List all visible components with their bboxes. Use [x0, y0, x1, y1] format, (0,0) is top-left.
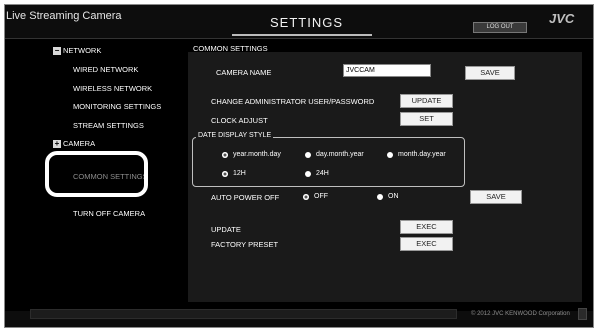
change-admin-label: CHANGE ADMINISTRATOR USER/PASSWORD [211, 97, 375, 106]
radio-24h[interactable]: 24H [305, 170, 329, 177]
radio-selected-icon [303, 193, 309, 200]
brand-logo: JVC [549, 11, 575, 26]
radio-month-day-year[interactable]: month.day.year [387, 151, 446, 158]
section-title: COMMON SETTINGS [193, 44, 268, 53]
radio-day-month-year[interactable]: day.month.year [305, 151, 364, 158]
clock-adjust-label: CLOCK ADJUST [211, 116, 268, 125]
scrollbar-corner [578, 308, 587, 320]
sidebar-section-network[interactable]: − NETWORK [53, 46, 101, 55]
radio-power-off-off-label: OFF [314, 193, 328, 200]
radio-power-off-on[interactable]: ON [377, 193, 399, 200]
status-bar [30, 309, 457, 319]
radio-power-off-off[interactable]: OFF [303, 193, 328, 200]
radio-selected-icon [222, 170, 228, 177]
minus-box-icon: − [53, 45, 61, 55]
app-title: Live Streaming Camera [6, 10, 122, 22]
sidebar-item-wireless-network[interactable]: WIRELESS NETWORK [73, 84, 152, 93]
date-display-style-group [192, 137, 465, 187]
factory-preset-label: FACTORY PRESET [211, 240, 279, 249]
date-display-style-legend: DATE DISPLAY STYLE [196, 132, 274, 139]
radio-unselected-icon [305, 170, 311, 177]
radio-day-month-year-label: day.month.year [316, 151, 364, 158]
logout-button[interactable]: LOG OUT [473, 22, 527, 33]
save-camera-name-button[interactable]: SAVE [465, 66, 515, 80]
set-clock-button[interactable]: SET [400, 112, 453, 126]
radio-power-off-on-label: ON [388, 193, 399, 200]
sidebar-section-camera-label: CAMERA [63, 139, 96, 148]
exec-factory-preset-button[interactable]: EXEC [400, 237, 453, 251]
update-admin-button[interactable]: UPDATE [400, 94, 453, 108]
radio-24h-label: 24H [316, 170, 329, 177]
selection-highlight [45, 151, 148, 197]
exec-update-button[interactable]: EXEC [400, 220, 453, 234]
camera-name-input[interactable]: JVCCAM [343, 64, 431, 77]
sidebar-item-wired-network[interactable]: WIRED NETWORK [73, 65, 138, 74]
radio-12h-label: 12H [233, 170, 246, 177]
radio-unselected-icon [377, 193, 383, 200]
sidebar-section-network-label: NETWORK [63, 46, 102, 55]
sidebar-item-monitoring-settings[interactable]: MONITORING SETTINGS [73, 102, 161, 111]
sidebar-item-stream-settings[interactable]: STREAM SETTINGS [73, 121, 144, 130]
auto-power-off-label: AUTO POWER OFF [211, 193, 280, 202]
radio-unselected-icon [387, 151, 393, 158]
sidebar-item-turn-off-camera[interactable]: TURN OFF CAMERA [73, 209, 145, 218]
copyright-text: © 2012 JVC KENWOOD Corporation [471, 311, 570, 317]
save-power-off-button[interactable]: SAVE [470, 190, 522, 204]
sidebar-section-camera[interactable]: + CAMERA [53, 139, 95, 148]
radio-year-month-day[interactable]: year.month.day [222, 151, 281, 158]
title-underline [232, 34, 372, 36]
radio-month-day-year-label: month.day.year [398, 151, 446, 158]
radio-selected-icon [222, 151, 228, 158]
radio-12h[interactable]: 12H [222, 170, 246, 177]
radio-unselected-icon [305, 151, 311, 158]
page-title: SETTINGS [270, 15, 344, 30]
plus-box-icon: + [53, 138, 61, 148]
update-firmware-label: UPDATE [211, 225, 241, 234]
camera-name-label: CAMERA NAME [216, 68, 272, 77]
radio-year-month-day-label: year.month.day [233, 151, 281, 158]
